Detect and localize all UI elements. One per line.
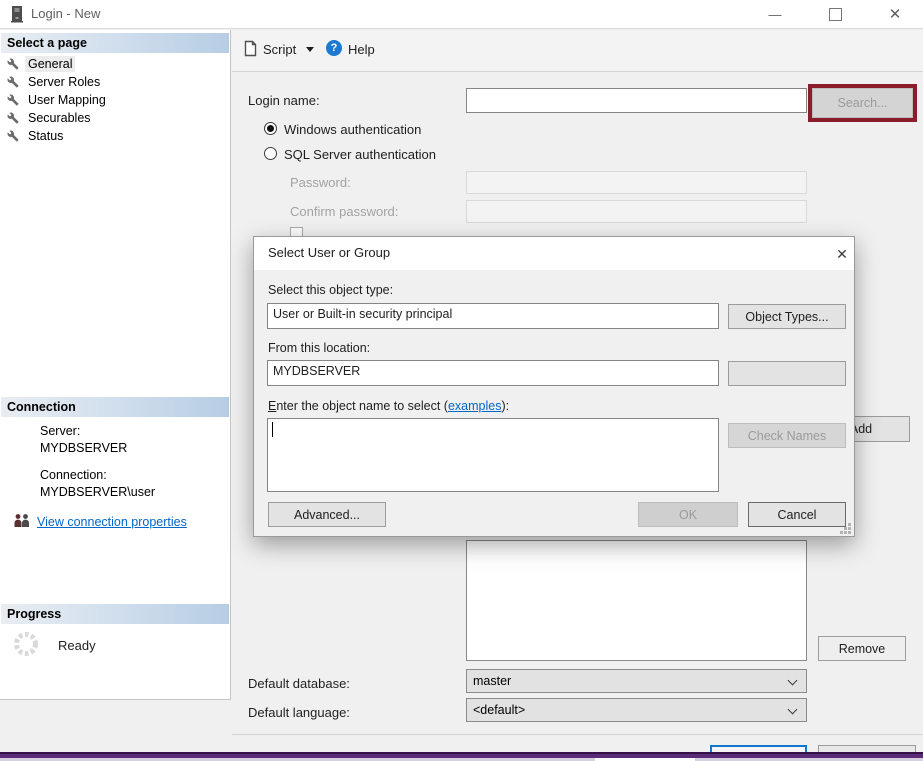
default-database-dropdown[interactable]: master <box>466 669 807 693</box>
from-location-input[interactable]: MYDBSERVER <box>267 360 719 386</box>
login-dialog-icon <box>10 6 24 23</box>
object-name-label-post: ): <box>501 399 509 413</box>
object-name-label-pre: Enter the object name to select ( <box>268 399 448 413</box>
progress-status: Ready <box>58 638 96 653</box>
maximize-icon <box>829 8 842 21</box>
password-label: Password: <box>290 175 351 190</box>
cancel-button[interactable]: Cancel <box>748 502 846 527</box>
sidebar-item-label: Securables <box>25 110 94 126</box>
default-language-label: Default language: <box>248 705 350 720</box>
locations-button[interactable] <box>728 361 846 386</box>
sql-auth-label: SQL Server authentication <box>284 147 436 162</box>
chevron-down-icon <box>788 705 798 715</box>
object-type-label: Select this object type: <box>268 283 393 297</box>
progress-header: Progress <box>1 604 229 624</box>
login-name-label: Login name: <box>248 93 320 108</box>
default-database-value: master <box>473 674 511 688</box>
help-button[interactable]: Help <box>348 42 375 57</box>
login-mapping-listbox[interactable] <box>466 540 807 661</box>
default-language-value: <default> <box>473 703 525 717</box>
titlebar: Login - New — ✕ <box>0 0 923 29</box>
chevron-down-icon <box>788 676 798 686</box>
object-name-textarea[interactable] <box>267 418 719 492</box>
sidebar-item-user-mapping[interactable]: User Mapping <box>0 91 228 109</box>
wrench-icon <box>7 112 19 124</box>
progress-spinner-icon <box>12 630 40 658</box>
minimize-button[interactable]: — <box>760 3 790 25</box>
default-language-dropdown[interactable]: <default> <box>466 698 807 722</box>
advanced-button[interactable]: Advanced... <box>268 502 386 527</box>
select-user-or-group-dialog: Select User or Group ✕ Select this objec… <box>253 236 855 537</box>
connection-label: Connection: <box>40 468 107 482</box>
confirm-password-input <box>466 200 807 223</box>
server-label: Server: <box>40 424 80 438</box>
select-a-page-header: Select a page <box>1 33 229 53</box>
login-new-window: Login - New — ✕ Select a page General Se… <box>0 0 923 761</box>
window-title: Login - New <box>31 6 100 21</box>
ok-button: OK <box>638 502 738 527</box>
default-database-label: Default database: <box>248 676 350 691</box>
object-type-input[interactable]: User or Built-in security principal <box>267 303 719 329</box>
sidebar-item-label: Status <box>25 128 66 144</box>
toolbar: Script ? Help <box>232 30 923 72</box>
password-input <box>466 171 807 194</box>
windows-auth-label: Windows authentication <box>284 122 421 137</box>
view-connection-properties-link[interactable]: View connection properties <box>37 515 187 529</box>
search-button[interactable]: Search... <box>812 88 913 118</box>
windows-auth-radio[interactable] <box>264 122 277 135</box>
wrench-icon <box>7 58 19 70</box>
wrench-icon <box>7 130 19 142</box>
dialog-close-icon[interactable]: ✕ <box>830 242 854 266</box>
from-location-label: From this location: <box>268 341 370 355</box>
sidebar-item-label: Server Roles <box>25 74 103 90</box>
close-button[interactable]: ✕ <box>880 3 910 25</box>
connection-header: Connection <box>1 397 229 417</box>
wrench-icon <box>7 76 19 88</box>
help-icon: ? <box>326 40 342 56</box>
script-button[interactable]: Script <box>263 42 296 57</box>
login-name-input[interactable] <box>466 88 807 113</box>
script-icon <box>242 40 257 57</box>
sidebar-item-status[interactable]: Status <box>0 127 228 145</box>
sidebar: Select a page General Server Roles User … <box>0 30 231 700</box>
bottom-separator <box>232 734 923 735</box>
server-value: MYDBSERVER <box>40 441 127 455</box>
chevron-down-icon[interactable] <box>306 47 314 52</box>
resize-grip[interactable] <box>848 523 851 526</box>
sidebar-item-label: User Mapping <box>25 92 109 108</box>
confirm-password-label: Confirm password: <box>290 204 398 219</box>
wrench-icon <box>7 94 19 106</box>
sidebar-item-label: General <box>25 56 75 72</box>
sidebar-item-general[interactable]: General <box>0 55 228 73</box>
connection-properties-icon <box>13 513 31 528</box>
sidebar-item-server-roles[interactable]: Server Roles <box>0 73 228 91</box>
maximize-button[interactable] <box>820 3 850 25</box>
check-names-button: Check Names <box>728 423 846 448</box>
object-types-button[interactable]: Object Types... <box>728 304 846 329</box>
examples-link[interactable]: examples <box>448 399 502 413</box>
object-name-label: Enter the object name to select (example… <box>268 399 509 413</box>
connection-value: MYDBSERVER\user <box>40 485 155 499</box>
sql-auth-radio[interactable] <box>264 147 277 160</box>
remove-button[interactable]: Remove <box>818 636 906 661</box>
text-cursor <box>272 422 273 437</box>
dialog-title: Select User or Group <box>268 245 390 260</box>
sidebar-item-securables[interactable]: Securables <box>0 109 228 127</box>
